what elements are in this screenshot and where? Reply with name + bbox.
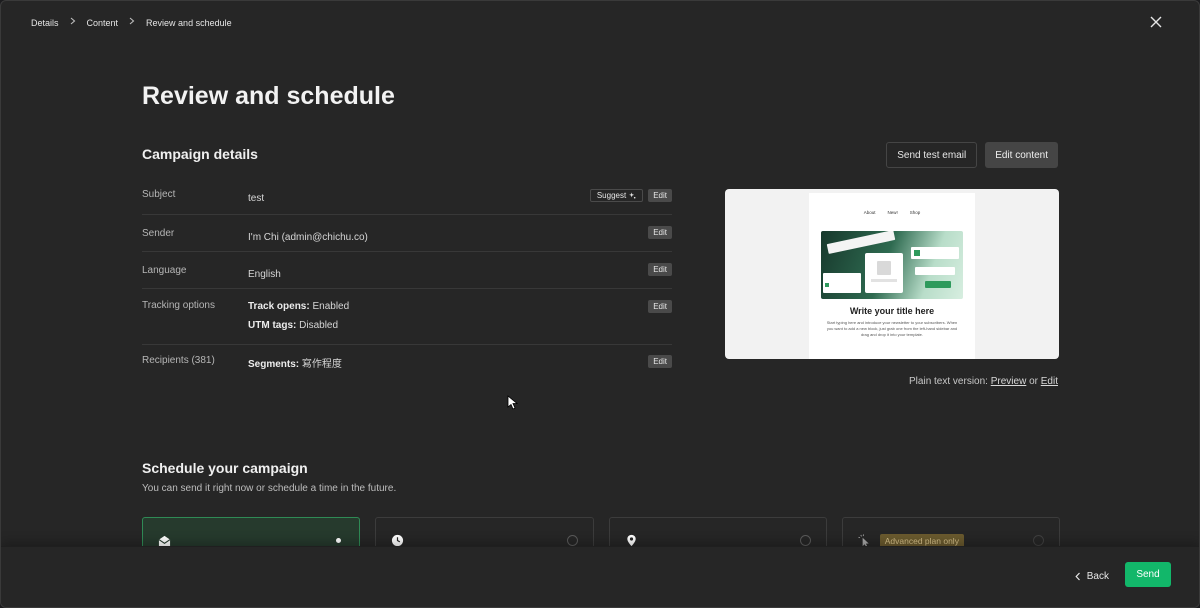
email-body-text: Start typing here and introduce your new… bbox=[826, 320, 958, 337]
email-nav: About New! Shop bbox=[809, 210, 975, 215]
utm-tags-value: Disabled bbox=[296, 320, 339, 331]
detail-row-language: Language English Edit bbox=[142, 252, 672, 289]
edit-language-button[interactable]: Edit bbox=[648, 263, 672, 276]
detail-row-recipients: Recipients (381) Segments: 寫作程度 Edit bbox=[142, 345, 672, 382]
detail-row-subject: Subject test Suggest Edit bbox=[142, 178, 672, 215]
track-opens-key: Track opens: bbox=[248, 301, 310, 312]
send-test-email-button[interactable]: Send test email bbox=[886, 142, 978, 168]
radio-unselected[interactable] bbox=[799, 535, 811, 546]
schedule-subtitle: You can send it right now or schedule a … bbox=[142, 483, 397, 494]
plain-text-preview-link[interactable]: Preview bbox=[991, 376, 1027, 387]
email-nav-item: New! bbox=[887, 210, 898, 215]
plain-text-edit-link[interactable]: Edit bbox=[1041, 376, 1058, 387]
email-title: Write your title here bbox=[849, 306, 935, 316]
edit-content-button[interactable]: Edit content bbox=[985, 142, 1058, 168]
detail-label: Sender bbox=[142, 228, 175, 239]
detail-value: I'm Chi (admin@chichu.co) bbox=[248, 232, 368, 243]
email-preview-thumbnail[interactable]: About New! Shop Write your title here St… bbox=[725, 189, 1059, 359]
radio-selected[interactable] bbox=[333, 535, 344, 546]
schedule-title: Schedule your campaign bbox=[142, 460, 308, 476]
chevron-left-icon bbox=[1075, 572, 1080, 580]
radio-unselected[interactable] bbox=[566, 535, 578, 546]
detail-row-sender: Sender I'm Chi (admin@chichu.co) Edit bbox=[142, 215, 672, 252]
segments-value: 寫作程度 bbox=[299, 359, 342, 370]
detail-label: Recipients (381) bbox=[142, 355, 215, 366]
suggest-subject-button[interactable]: Suggest bbox=[589, 189, 644, 202]
detail-value: Track opens: Enabled UTM tags: Disabled bbox=[248, 289, 672, 344]
plain-text-prefix: Plain text version: bbox=[909, 376, 991, 387]
back-button[interactable]: Back bbox=[1067, 564, 1117, 588]
detail-value: English bbox=[248, 269, 281, 280]
plain-text-or: or bbox=[1026, 376, 1041, 387]
close-icon[interactable] bbox=[1149, 15, 1163, 29]
preview-actions: Send test email Edit content bbox=[886, 142, 1058, 168]
plain-text-version: Plain text version: Preview or Edit bbox=[909, 376, 1058, 387]
breadcrumb-review[interactable]: Review and schedule bbox=[146, 18, 232, 28]
page-title: Review and schedule bbox=[142, 82, 395, 110]
detail-label: Subject bbox=[142, 189, 176, 200]
sparkle-icon bbox=[629, 192, 636, 199]
edit-tracking-button[interactable]: Edit bbox=[648, 300, 672, 313]
campaign-details-table: Subject test Suggest Edit Sender I'm Chi… bbox=[142, 178, 672, 382]
detail-value: Segments: 寫作程度 bbox=[248, 345, 672, 382]
breadcrumb: Details Content Review and schedule bbox=[31, 17, 232, 28]
detail-label: Tracking options bbox=[142, 300, 215, 311]
utm-tags-key: UTM tags: bbox=[248, 320, 297, 331]
email-nav-item: About bbox=[863, 210, 876, 215]
email-preview-sheet: About New! Shop Write your title here St… bbox=[809, 193, 975, 359]
breadcrumb-details[interactable]: Details bbox=[31, 18, 59, 28]
mouse-cursor-icon bbox=[507, 395, 519, 410]
suggest-label: Suggest bbox=[596, 191, 627, 200]
segments-key: Segments: bbox=[248, 359, 300, 370]
footer-bar: Back Send bbox=[1, 546, 1199, 607]
edit-subject-button[interactable]: Edit bbox=[648, 189, 672, 202]
chevron-right-icon bbox=[128, 17, 136, 28]
back-label: Back bbox=[1086, 570, 1109, 582]
campaign-details-title: Campaign details bbox=[142, 146, 258, 162]
modal-window: Details Content Review and schedule Revi… bbox=[0, 0, 1200, 608]
email-hero-image bbox=[821, 230, 963, 299]
send-button[interactable]: Send bbox=[1125, 562, 1171, 587]
email-nav-item: Shop bbox=[909, 210, 921, 215]
detail-row-tracking: Tracking options Track opens: Enabled UT… bbox=[142, 289, 672, 345]
radio-unselected[interactable] bbox=[1033, 535, 1044, 546]
edit-recipients-button[interactable]: Edit bbox=[648, 355, 672, 368]
chevron-right-icon bbox=[69, 17, 77, 28]
edit-sender-button[interactable]: Edit bbox=[648, 226, 672, 239]
track-opens-value: Enabled bbox=[309, 301, 350, 312]
detail-label: Language bbox=[142, 265, 187, 276]
breadcrumb-content[interactable]: Content bbox=[87, 18, 119, 28]
